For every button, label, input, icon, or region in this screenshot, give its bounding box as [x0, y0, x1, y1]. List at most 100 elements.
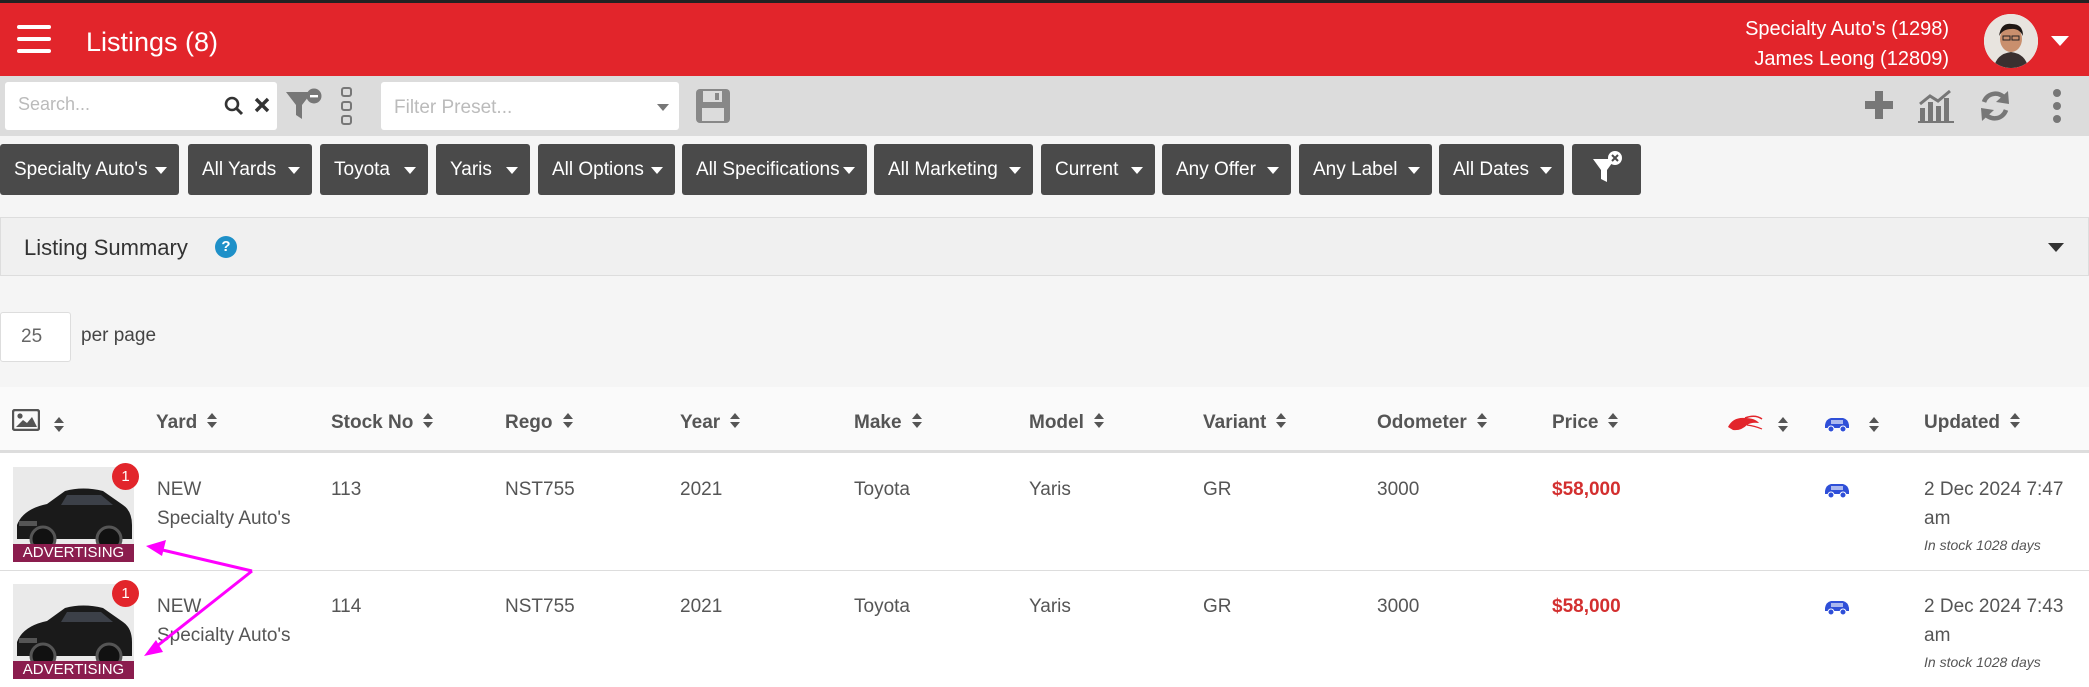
column-header-yard-label: Yard	[156, 412, 198, 433]
refresh-icon[interactable]	[1977, 88, 2013, 124]
cell-yard: NEW Specialty Auto's	[157, 592, 291, 650]
chevron-down-icon	[404, 167, 416, 174]
cell-rego: NST755	[505, 596, 575, 617]
column-header-odometer[interactable]: Odometer	[1377, 412, 1487, 434]
cell-make: Toyota	[854, 479, 910, 500]
account-dropdown-chevron-down-icon[interactable]	[2051, 36, 2069, 46]
clear-filters-button[interactable]	[1572, 144, 1641, 195]
column-header-updated-label: Updated	[1924, 412, 2000, 433]
column-header-yard[interactable]: Yard	[156, 412, 218, 434]
hamburger-menu-icon[interactable]	[17, 25, 51, 53]
column-header-year-label: Year	[680, 412, 721, 433]
sort-icon	[2010, 412, 2020, 429]
filter-minus-icon[interactable]	[284, 88, 324, 122]
table-row[interactable]: ADVERTISING 1 NEW Specialty Auto's 114 NS…	[0, 571, 2089, 687]
close-icon[interactable]	[253, 96, 271, 114]
search-input[interactable]	[18, 94, 208, 115]
filter-dates[interactable]: All Dates	[1439, 144, 1564, 195]
cell-stock: 114	[331, 596, 362, 617]
cell-price: $58,000	[1552, 479, 1621, 500]
filter-label[interactable]: Any Label	[1299, 144, 1432, 195]
cell-variant: GR	[1203, 479, 1232, 500]
column-header-updated[interactable]: Updated	[1924, 412, 2020, 434]
sort-icon	[1476, 412, 1487, 429]
in-stock-days: In stock 1028 days	[1924, 537, 2041, 553]
top-bar: Listings (8) Specialty Auto's (1298) Jam…	[0, 0, 2089, 76]
filter-options-label: All Options	[552, 159, 644, 180]
filter-clear-icon	[1593, 151, 1622, 182]
filter-make[interactable]: Toyota	[320, 144, 428, 195]
sort-icon[interactable]	[1778, 417, 1788, 433]
table-row[interactable]: ADVERTISING 1 NEW Specialty Auto's 113 NS…	[0, 454, 2089, 571]
filter-dealer[interactable]: Specialty Auto's	[0, 144, 179, 195]
per-page-input[interactable]: 25	[0, 312, 71, 362]
yard-name: Specialty Auto's	[157, 625, 291, 646]
sort-icon[interactable]	[1869, 417, 1879, 433]
filter-dealer-label: Specialty Auto's	[14, 159, 148, 180]
cell-odometer: 3000	[1377, 596, 1420, 617]
help-icon[interactable]: ?	[215, 236, 237, 258]
listings-table: Yard Stock No Rego Year Make Model Varia…	[0, 387, 2089, 687]
filter-yard-label: All Yards	[202, 159, 277, 180]
search-icon[interactable]	[224, 96, 244, 116]
updated-date: 2 Dec 2024 7:43	[1924, 596, 2064, 617]
column-header-price[interactable]: Price	[1552, 412, 1619, 434]
image-icon[interactable]	[12, 409, 40, 431]
updated-date: 2 Dec 2024 7:47	[1924, 479, 2064, 500]
cell-updated: 2 Dec 2024 7:43 am	[1924, 592, 2063, 650]
chart-icon[interactable]	[1916, 88, 1956, 124]
chevron-down-icon	[1408, 167, 1420, 174]
filter-make-label: Toyota	[334, 159, 390, 180]
sort-icon[interactable]	[54, 417, 64, 433]
shrimp-icon[interactable]	[1725, 415, 1763, 433]
column-header-stock[interactable]: Stock No	[331, 412, 434, 434]
avatar[interactable]	[1984, 14, 2038, 68]
filter-options[interactable]: All Options	[538, 144, 675, 195]
filter-status[interactable]: Current	[1041, 144, 1155, 195]
search-box	[5, 82, 277, 130]
save-icon[interactable]	[694, 87, 732, 125]
sort-icon	[562, 412, 573, 429]
chevron-down-icon	[1009, 167, 1021, 174]
car-icon[interactable]	[1822, 481, 1852, 499]
filter-model[interactable]: Yaris	[436, 144, 530, 195]
sort-icon	[1608, 412, 1619, 429]
column-header-rego[interactable]: Rego	[505, 412, 573, 434]
yard-name: Specialty Auto's	[157, 508, 291, 529]
column-header-model-label: Model	[1029, 412, 1084, 433]
more-vertical-icon[interactable]	[2052, 88, 2062, 124]
column-options-icon[interactable]	[340, 86, 354, 126]
page-title: Listings (8)	[86, 27, 219, 57]
filter-label-label: Any Label	[1313, 159, 1398, 180]
filter-preset-select[interactable]: Filter Preset...	[381, 82, 679, 130]
chevron-down-icon	[657, 104, 669, 111]
chevron-down-icon[interactable]	[2048, 243, 2064, 252]
account-dealer: Specialty Auto's (1298)	[1745, 18, 1949, 40]
account-info[interactable]: Specialty Auto's (1298) James Leong (128…	[1745, 14, 1949, 74]
cell-price: $58,000	[1552, 596, 1621, 617]
listing-summary-panel[interactable]: Listing Summary ?	[0, 217, 2089, 276]
cell-year: 2021	[680, 596, 723, 617]
column-header-year[interactable]: Year	[680, 412, 741, 434]
column-header-variant-label: Variant	[1203, 412, 1267, 433]
filter-specifications-label: All Specifications	[696, 159, 840, 180]
cell-variant: GR	[1203, 596, 1232, 617]
filter-offer[interactable]: Any Offer	[1162, 144, 1291, 195]
filter-marketing[interactable]: All Marketing	[874, 144, 1033, 195]
filter-yard[interactable]: All Yards	[188, 144, 312, 195]
car-icon[interactable]	[1822, 598, 1852, 616]
filter-specifications[interactable]: All Specifications	[682, 144, 867, 195]
filter-offer-label: Any Offer	[1176, 159, 1256, 180]
chevron-down-icon	[1267, 167, 1279, 174]
plus-icon[interactable]	[1862, 88, 1896, 122]
per-page-label: per page	[81, 325, 157, 346]
column-header-make[interactable]: Make	[854, 412, 922, 434]
sort-icon	[1093, 412, 1104, 429]
column-header-variant[interactable]: Variant	[1203, 412, 1287, 434]
cell-updated: 2 Dec 2024 7:47 am	[1924, 475, 2063, 533]
column-header-model[interactable]: Model	[1029, 412, 1104, 434]
updated-ampm: am	[1924, 508, 1951, 529]
updated-ampm: am	[1924, 625, 1951, 646]
filter-status-label: Current	[1055, 159, 1119, 180]
car-icon[interactable]	[1822, 415, 1852, 433]
